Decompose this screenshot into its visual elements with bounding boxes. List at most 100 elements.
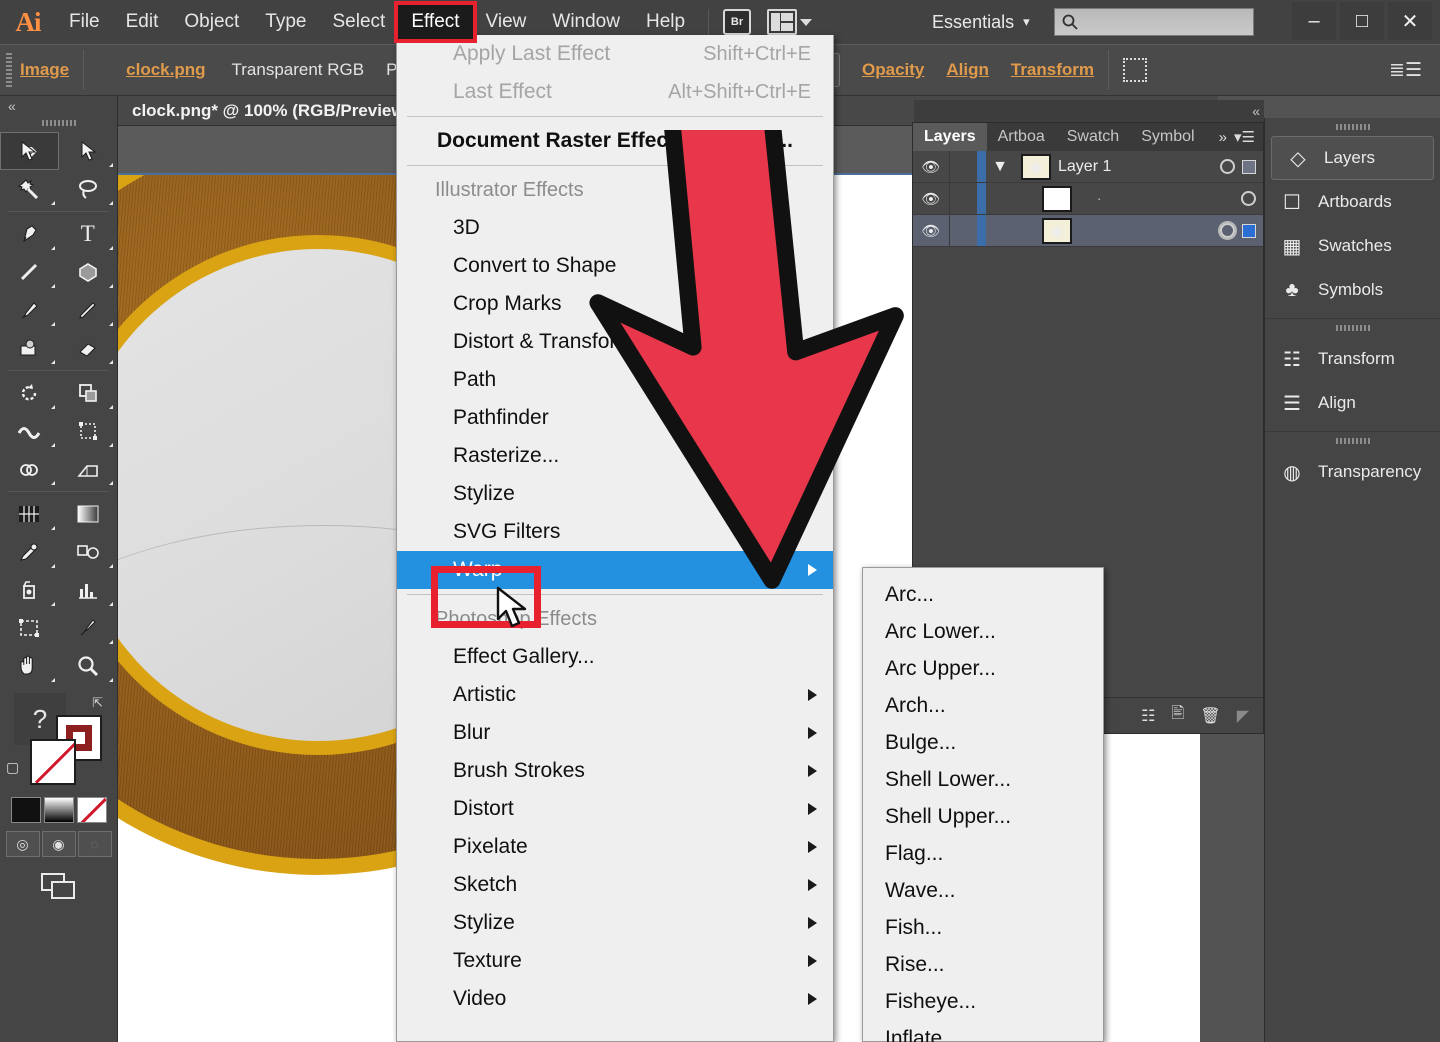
- gradient-tool[interactable]: [59, 495, 118, 533]
- tab-symbols[interactable]: Symbol: [1130, 123, 1205, 151]
- table-row[interactable]: 👁 ·: [913, 183, 1263, 215]
- magic-wand-tool[interactable]: [0, 170, 59, 208]
- tab-layers[interactable]: Layers: [913, 123, 987, 151]
- fill-swatch[interactable]: [30, 739, 76, 785]
- menu-item-svg-filters[interactable]: SVG Filters: [397, 513, 833, 551]
- lock-cell[interactable]: [949, 215, 977, 246]
- default-fill-stroke-icon[interactable]: ▢: [6, 759, 19, 776]
- menu-item-sketch[interactable]: Sketch: [397, 866, 833, 904]
- menu-item-blur[interactable]: Blur: [397, 714, 833, 752]
- menu-item-3d[interactable]: 3D: [397, 209, 833, 247]
- selection-indicator[interactable]: [1242, 159, 1256, 174]
- close-button[interactable]: ✕: [1388, 2, 1432, 40]
- menu-item-stylize-illustrator[interactable]: Stylize: [397, 475, 833, 513]
- warp-item-inflate[interactable]: Inflate...: [863, 1020, 1103, 1042]
- tab-artboards[interactable]: Artboa: [987, 123, 1056, 151]
- menu-item-crop-marks[interactable]: Crop Marks: [397, 285, 833, 323]
- dock-collapse-button[interactable]: «: [914, 100, 1264, 122]
- pencil-tool[interactable]: [59, 291, 118, 329]
- transform-link[interactable]: Transform: [1011, 60, 1094, 80]
- rotate-tool[interactable]: [0, 374, 59, 412]
- menu-item-convert-to-shape[interactable]: Convert to Shape: [397, 247, 833, 285]
- tools-collapse-button[interactable]: «: [0, 96, 117, 116]
- shape-builder-tool[interactable]: [0, 450, 59, 488]
- menu-item-rasterize[interactable]: Rasterize...: [397, 437, 833, 475]
- target-indicator[interactable]: [1241, 191, 1256, 206]
- scale-tool[interactable]: [59, 374, 118, 412]
- dock-item-symbols[interactable]: ♣ Symbols: [1265, 268, 1440, 312]
- visibility-icon[interactable]: 👁: [913, 158, 949, 176]
- locate-object-icon[interactable]: ☷: [1141, 706, 1155, 726]
- bridge-icon[interactable]: Br: [723, 9, 752, 35]
- type-tool[interactable]: T: [59, 215, 118, 253]
- menu-item-path[interactable]: Path: [397, 361, 833, 399]
- menu-effect[interactable]: Effect: [394, 1, 477, 43]
- draw-behind-button[interactable]: ◉: [41, 831, 76, 857]
- target-indicator[interactable]: [1220, 223, 1235, 238]
- selection-tool[interactable]: ➔︎: [0, 132, 59, 170]
- free-transform-tool[interactable]: [59, 412, 118, 450]
- warp-item-fisheye[interactable]: Fisheye...: [863, 983, 1103, 1020]
- minimize-button[interactable]: –: [1292, 2, 1336, 40]
- align-link[interactable]: Align: [946, 60, 989, 80]
- lasso-tool[interactable]: [59, 170, 118, 208]
- search-input[interactable]: [1053, 8, 1254, 36]
- eyedropper-tool[interactable]: [0, 533, 59, 571]
- line-segment-tool[interactable]: [0, 253, 59, 291]
- menu-item-effect-gallery[interactable]: Effect Gallery...: [397, 638, 833, 676]
- menu-type[interactable]: Type: [252, 7, 319, 37]
- layer-thumbnail[interactable]: ◉: [1042, 217, 1072, 244]
- target-indicator[interactable]: [1220, 159, 1235, 174]
- perspective-grid-tool[interactable]: [59, 450, 118, 488]
- transform-bounds-icon[interactable]: [1123, 58, 1148, 82]
- warp-item-rise[interactable]: Rise...: [863, 946, 1103, 983]
- layer-thumbnail[interactable]: [1042, 185, 1072, 212]
- width-tool[interactable]: [0, 412, 59, 450]
- visibility-icon[interactable]: 👁: [913, 222, 949, 240]
- warp-item-arc[interactable]: Arc...: [863, 576, 1103, 613]
- lock-cell[interactable]: [949, 183, 977, 214]
- menu-item-warp[interactable]: Warp: [397, 551, 833, 589]
- slice-tool[interactable]: [59, 609, 118, 647]
- mesh-tool[interactable]: [0, 495, 59, 533]
- panel-grip[interactable]: [1335, 438, 1370, 444]
- symbol-sprayer-tool[interactable]: [0, 571, 59, 609]
- menu-item-distort[interactable]: Distort: [397, 790, 833, 828]
- blob-brush-tool[interactable]: [0, 329, 59, 367]
- chevron-right-double-icon[interactable]: »: [1219, 129, 1227, 146]
- draw-normal-button[interactable]: ◎: [5, 831, 40, 857]
- dock-item-transform[interactable]: ☷ Transform: [1265, 337, 1440, 381]
- hand-tool[interactable]: [0, 647, 59, 685]
- menu-item-brush-strokes[interactable]: Brush Strokes: [397, 752, 833, 790]
- swap-fill-stroke-icon[interactable]: ⇱: [92, 695, 103, 711]
- blend-tool[interactable]: [59, 533, 118, 571]
- paintbrush-tool[interactable]: [0, 291, 59, 329]
- screen-mode-button[interactable]: [0, 871, 117, 901]
- menu-item-pixelate[interactable]: Pixelate: [397, 828, 833, 866]
- opacity-link[interactable]: Opacity: [862, 60, 924, 80]
- menu-view[interactable]: View: [473, 7, 540, 37]
- panel-grip[interactable]: [1335, 124, 1370, 130]
- selection-indicator[interactable]: [1242, 223, 1256, 238]
- warp-item-arc-lower[interactable]: Arc Lower...: [863, 613, 1103, 650]
- panel-menu-icon[interactable]: ▾☰: [1234, 128, 1255, 146]
- zoom-tool[interactable]: [59, 647, 118, 685]
- maximize-button[interactable]: □: [1340, 2, 1384, 40]
- menu-edit[interactable]: Edit: [113, 7, 172, 37]
- visibility-icon[interactable]: 👁: [913, 190, 949, 208]
- new-layer-icon[interactable]: 🖹: [1172, 702, 1185, 729]
- table-row[interactable]: 👁 ◉: [913, 215, 1263, 247]
- menu-item-artistic[interactable]: Artistic: [397, 676, 833, 714]
- dock-item-transparency[interactable]: ◍ Transparency: [1265, 450, 1440, 494]
- menu-item-stylize-photoshop[interactable]: Stylize: [397, 904, 833, 942]
- arrange-documents-icon[interactable]: [767, 9, 798, 35]
- workspace-switcher[interactable]: Essentials ▾: [932, 12, 1030, 33]
- color-button[interactable]: [10, 797, 41, 823]
- layer-thumbnail[interactable]: ◉: [1021, 153, 1051, 180]
- warp-item-bulge[interactable]: Bulge...: [863, 724, 1103, 761]
- warp-item-fish[interactable]: Fish...: [863, 909, 1103, 946]
- warp-item-shell-lower[interactable]: Shell Lower...: [863, 761, 1103, 798]
- object-type-label[interactable]: Image: [20, 60, 69, 80]
- menu-item-document-raster-effects-settings[interactable]: Document Raster Effects Settings...: [397, 122, 833, 160]
- menu-item-pathfinder[interactable]: Pathfinder: [397, 399, 833, 437]
